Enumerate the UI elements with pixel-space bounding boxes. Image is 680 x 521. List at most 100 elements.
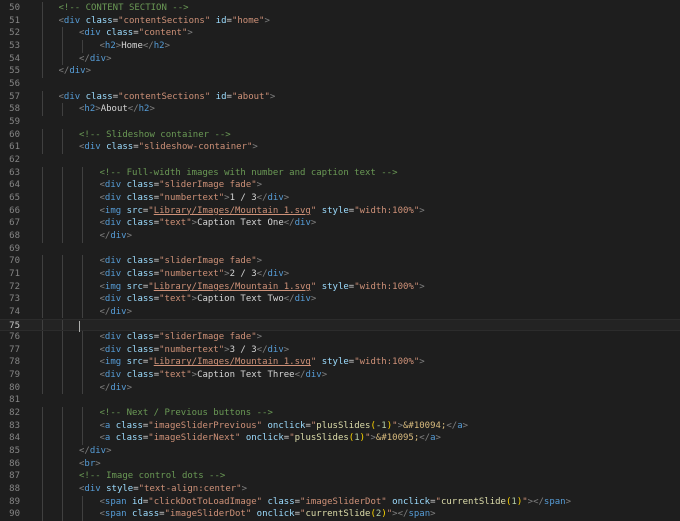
- code-line[interactable]: 82 <!-- Next / Previous buttons -->: [0, 407, 680, 420]
- code-line[interactable]: 61 <div class="slideshow-container">: [0, 141, 680, 154]
- code-token: div: [89, 446, 107, 457]
- code-token: class: [85, 91, 113, 102]
- code-token: span: [104, 496, 127, 507]
- indent-guide: [62, 179, 63, 192]
- code-token: div: [84, 142, 101, 153]
- code-line[interactable]: 57 <div class="contentSections" id="about…: [0, 90, 680, 104]
- code-line[interactable]: 55 </div>: [0, 65, 680, 78]
- indent-guide: [82, 204, 83, 218]
- code-line[interactable]: 74 </div>: [0, 305, 680, 319]
- line-number: 60: [9, 129, 20, 140]
- code-text: <div class="content">: [79, 27, 680, 40]
- line-number: 80: [9, 382, 20, 393]
- line-number: 74: [9, 306, 20, 317]
- code-text: <img src="Library/Images/Mountain_1.svg"…: [100, 281, 680, 294]
- indent-guide: [42, 457, 43, 471]
- code-line[interactable]: 71 <div class="numbertext">2 / 3</div>: [0, 267, 680, 281]
- indent-guide: [42, 419, 43, 433]
- code-line[interactable]: 78 <img src="Library/Images/Mountain_1.sv…: [0, 356, 680, 370]
- code-line[interactable]: 54 </div>: [0, 52, 680, 66]
- code-line[interactable]: 77 <div class="numbertext">3 / 3</div>: [0, 343, 680, 357]
- line-number: 50: [9, 3, 20, 13]
- code-line[interactable]: 87 <!-- Image control dots -->: [0, 470, 680, 484]
- code-line[interactable]: 86 <br>: [0, 457, 680, 471]
- code-token: </: [256, 192, 268, 203]
- code-token: class: [126, 332, 154, 343]
- line-number: 79: [9, 370, 20, 381]
- code-line[interactable]: 62: [0, 154, 680, 167]
- code-line[interactable]: 89 <span id="clickDotToLoadImage" class="…: [0, 495, 680, 509]
- indent-guide: [42, 103, 43, 116]
- code-token: </: [79, 446, 90, 457]
- code-line[interactable]: 83 <a class="imageSliderPrevious" onclick…: [0, 419, 680, 433]
- code-line[interactable]: 53 <h2>Home</h2>: [0, 39, 680, 53]
- code-line[interactable]: 51 <div class="contentSections" id="home"…: [0, 14, 680, 28]
- code-line[interactable]: 72 <img src="Library/Images/Mountain_1.sv…: [0, 280, 680, 294]
- line-number: 89: [9, 496, 20, 507]
- code-token: >: [256, 180, 263, 191]
- code-line[interactable]: 56: [0, 78, 680, 91]
- code-token: </: [99, 306, 111, 317]
- indent-guide: [42, 128, 43, 142]
- code-line[interactable]: 63 <!-- Full-width images with number and…: [0, 166, 680, 180]
- code-token: class: [126, 218, 154, 229]
- code-token: class: [126, 192, 154, 203]
- code-line[interactable]: 66 <img src="Library/Images/Mountain_1.sv…: [0, 204, 680, 218]
- code-token: "text-align:center": [138, 484, 242, 495]
- code-token: &#10095;: [375, 433, 420, 444]
- code-token: "numbertext": [159, 192, 225, 203]
- code-token: "slideshow-container": [138, 142, 253, 153]
- code-text: <div class="text">Caption Text Two</div>: [100, 293, 680, 306]
- code-editor[interactable]: 50 <!-- CONTENT SECTION --> 51 <div class="…: [0, 0, 680, 521]
- code-line[interactable]: 67 <div class="text">Caption Text One</di…: [0, 217, 680, 230]
- code-token: h2: [153, 40, 165, 51]
- indent-guide: [42, 90, 43, 104]
- code-line[interactable]: 85 </div>: [0, 445, 680, 458]
- code-line[interactable]: 65 <div class="numbertext">1 / 3</div>: [0, 191, 680, 205]
- indent-guide: [62, 255, 63, 268]
- indent-guide: [42, 432, 43, 446]
- code-line[interactable]: 81: [0, 394, 680, 407]
- code-token: "imageSliderDot": [300, 496, 387, 507]
- code-token: div: [69, 66, 86, 77]
- indent-guide: [42, 217, 43, 230]
- code-line[interactable]: 88 <div style="text-align:center">: [0, 483, 680, 496]
- code-token: div: [294, 218, 311, 229]
- code-line[interactable]: 80 </div>: [0, 381, 680, 395]
- indent-guide: [42, 407, 43, 420]
- code-line[interactable]: 50 <!-- CONTENT SECTION -->: [0, 2, 680, 15]
- code-token: 2 / 3: [229, 268, 257, 279]
- indent-guide: [62, 191, 63, 205]
- code-line[interactable]: 76 <div class="sliderImage fade">: [0, 331, 680, 344]
- code-line[interactable]: 68 </div>: [0, 229, 680, 243]
- code-token: src: [126, 357, 143, 368]
- code-token: >: [95, 458, 101, 469]
- line-number: 63: [9, 167, 20, 178]
- indent-guide: [82, 166, 83, 180]
- code-line[interactable]: 79 <div class="text">Caption Text Three</…: [0, 369, 680, 382]
- indent-guide: [42, 14, 43, 28]
- code-text: <div class="sliderImage fade">: [100, 255, 680, 268]
- code-line[interactable]: 64 <div class="sliderImage fade">: [0, 179, 680, 192]
- code-line[interactable]: 70 <div class="sliderImage fade">: [0, 255, 680, 268]
- indent-guide: [82, 495, 83, 509]
- code-line[interactable]: 69: [0, 243, 680, 256]
- code-line[interactable]: 60 <!-- Slideshow container -->: [0, 128, 680, 142]
- indent-guide: [42, 305, 43, 319]
- code-token: div: [104, 294, 122, 305]
- code-line[interactable]: 58 <h2>About</h2>: [0, 103, 680, 116]
- code-token: >: [269, 91, 276, 102]
- code-line-current[interactable]: 75: [0, 318, 680, 332]
- code-token: class: [132, 509, 160, 520]
- code-line[interactable]: 52 <div class="content">: [0, 27, 680, 40]
- code-text: </div>: [79, 53, 680, 66]
- code-line[interactable]: 73 <div class="text">Caption Text Two</di…: [0, 293, 680, 306]
- code-line[interactable]: 84 <a class="imageSliderNext" onclick="pl…: [0, 432, 680, 446]
- indent-guide: [82, 217, 83, 230]
- code-token: div: [104, 332, 122, 343]
- code-line[interactable]: 59: [0, 116, 680, 129]
- code-line[interactable]: 90 <span class="imageSliderDot" onclick="…: [0, 508, 680, 521]
- code-text: </div>: [100, 306, 680, 319]
- indent-guide: [82, 255, 83, 268]
- code-token: "text": [159, 294, 192, 305]
